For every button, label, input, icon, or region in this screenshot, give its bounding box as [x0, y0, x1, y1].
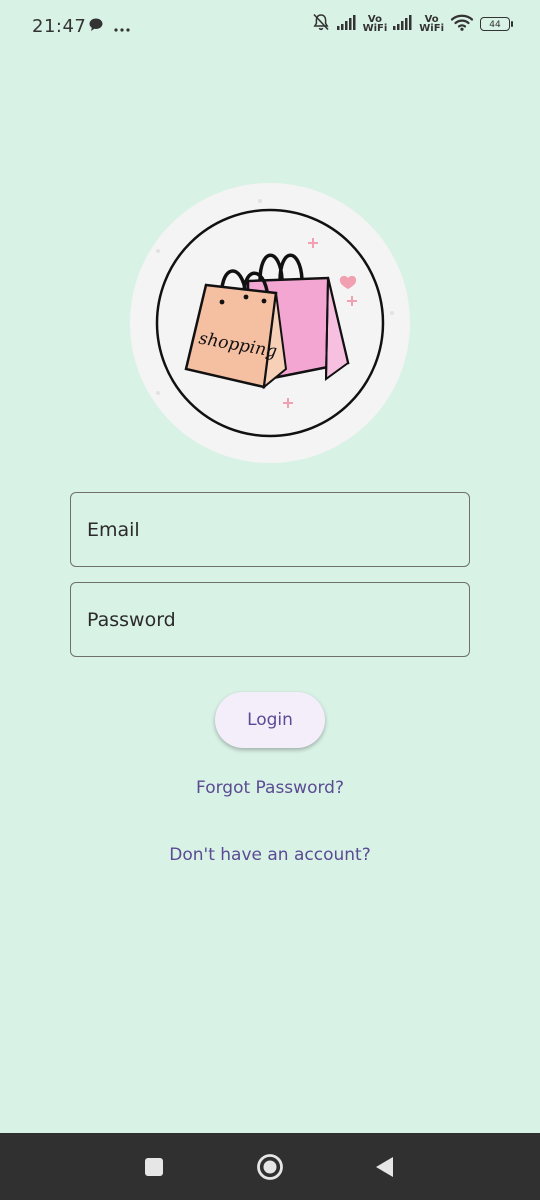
login-screen: 21:47 Vo WiFi Vo WiFi 44 shopping Email …	[0, 0, 540, 1200]
password-field[interactable]	[70, 582, 470, 657]
vowifi-indicator-1: Vo WiFi	[362, 15, 388, 34]
home-icon	[257, 1153, 283, 1180]
recent-apps-button[interactable]	[130, 1133, 178, 1200]
back-icon	[376, 1156, 393, 1177]
vowifi-indicator-2: Vo WiFi	[419, 15, 444, 34]
email-field[interactable]	[70, 492, 470, 567]
sparkle-icon	[347, 296, 357, 306]
vowifi-bottom-text: WiFi	[362, 23, 388, 34]
status-left-icons	[88, 17, 130, 37]
wifi-icon	[450, 13, 474, 35]
vowifi-bottom-text: WiFi	[419, 23, 444, 34]
sparkle-icon	[283, 398, 293, 408]
signal-icon	[336, 14, 357, 34]
signal-icon	[393, 14, 413, 34]
status-right-icons: Vo WiFi Vo WiFi 44	[311, 12, 513, 36]
recent-apps-icon	[145, 1157, 163, 1176]
mute-bell-icon	[311, 12, 331, 36]
heart-icon	[339, 275, 357, 289]
login-button[interactable]: Login	[215, 692, 325, 748]
navigation-bar	[0, 1133, 540, 1200]
back-button[interactable]	[360, 1133, 408, 1200]
app-logo: shopping	[130, 183, 410, 463]
status-bar: 21:47 Vo WiFi Vo WiFi 44	[0, 0, 540, 54]
message-icon	[88, 17, 104, 37]
sparkle-icon	[308, 238, 318, 248]
signup-link[interactable]: Don't have an account?	[0, 845, 540, 865]
forgot-password-link[interactable]: Forgot Password?	[0, 778, 540, 798]
more-dots-icon	[114, 18, 130, 37]
battery-icon: 44	[480, 17, 513, 31]
home-button[interactable]	[246, 1133, 294, 1200]
status-time: 21:47	[32, 16, 87, 37]
shopping-bags-logo: shopping	[155, 199, 394, 438]
